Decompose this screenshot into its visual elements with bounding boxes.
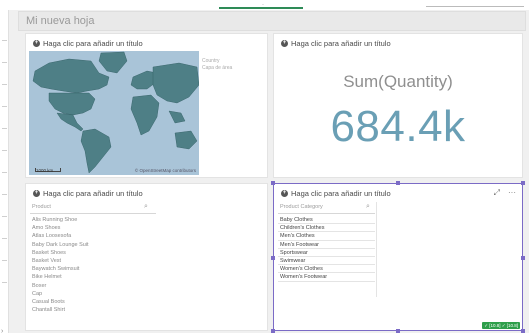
list-item[interactable]: Bike Helmet — [30, 273, 89, 281]
list-item[interactable]: Children's Clothes — [278, 224, 375, 233]
product-title-text: Haga clic para añadir un título — [43, 189, 143, 198]
list-item[interactable]: Baywatch Swimsuit — [30, 265, 89, 273]
kpi-label: Sum(Quantity) — [343, 72, 453, 91]
category-title[interactable]: + Haga clic para añadir un título — [281, 189, 391, 198]
list-item[interactable]: Men's Clothes — [278, 232, 375, 241]
product-filter-panel[interactable]: + Haga clic para añadir un título Produc… — [25, 183, 268, 331]
list-item[interactable]: Women's Footwear — [278, 273, 375, 282]
column-divider — [376, 202, 377, 297]
search-icon[interactable]: ⌕ — [144, 203, 148, 211]
resize-handle[interactable] — [271, 329, 275, 333]
add-title-icon: + — [281, 40, 288, 47]
status-badge: ✓ [10.8] ✓ [10.8] — [482, 322, 520, 329]
more-options-icon[interactable]: ··· — [508, 188, 516, 197]
map-title-text: Haga clic para añadir un título — [43, 39, 143, 48]
list-item[interactable]: Chantall Shirt — [30, 306, 89, 314]
map-legend: Country Capa de área — [202, 58, 232, 72]
map-panel[interactable]: + Haga clic para añadir un título 1000 k… — [25, 33, 268, 178]
resize-handle[interactable] — [396, 329, 400, 333]
list-item[interactable]: Men's Footwear — [278, 241, 375, 249]
list-item[interactable]: Casual Boots — [30, 298, 89, 306]
rail-tick — [2, 40, 7, 41]
map-copyright: © OpenStreetMap contributors — [134, 168, 196, 173]
map-svg — [29, 51, 199, 175]
sheet-title-bar[interactable]: Mi nueva hoja — [18, 11, 526, 31]
list-item[interactable]: Baby Dark Lounge Suit — [30, 241, 89, 249]
resize-handle[interactable] — [521, 329, 525, 333]
rail-tick — [2, 150, 7, 151]
legend-item: Capa de área — [202, 65, 233, 71]
add-title-icon: + — [33, 190, 40, 197]
resize-handle[interactable] — [271, 181, 275, 185]
search-icon[interactable]: ⌕ — [366, 203, 370, 211]
world-map[interactable]: 1000 km © OpenStreetMap contributors — [29, 51, 199, 175]
left-rail: › — [0, 10, 9, 333]
product-search-header[interactable]: Product ⌕ — [30, 202, 156, 214]
list-item[interactable]: Basket Shoes — [30, 249, 89, 257]
top-strip: · — [0, 0, 529, 10]
category-field-label: Product Category — [280, 204, 323, 210]
rail-tick — [2, 238, 7, 239]
resize-handle[interactable] — [271, 256, 275, 260]
app-root: · › Mi nueva hoja + Haga clic para añadi… — [0, 0, 529, 333]
resize-handle[interactable] — [396, 181, 400, 185]
legend-item: Country — [202, 58, 220, 64]
expand-icon[interactable]: ⤢ — [494, 188, 500, 198]
sheet-title: Mi nueva hoja — [26, 15, 95, 27]
list-item[interactable]: Boxer — [30, 282, 89, 290]
rail-tick — [2, 106, 7, 107]
map-title[interactable]: + Haga clic para añadir un título — [33, 39, 143, 48]
list-item[interactable]: Basket Vest — [30, 257, 89, 265]
kpi-title[interactable]: + Haga clic para añadir un título — [281, 39, 391, 48]
list-item[interactable]: Baby Clothes — [278, 216, 375, 225]
rail-tick — [2, 282, 7, 283]
list-item[interactable]: Amo Shoes — [30, 224, 89, 232]
resize-handle[interactable] — [521, 256, 525, 260]
map-scale: 1000 km — [35, 168, 61, 173]
rail-tick — [2, 216, 7, 217]
resize-handle[interactable] — [521, 181, 525, 185]
product-field-label: Product — [32, 204, 51, 210]
category-search-header[interactable]: Product Category ⌕ — [278, 202, 375, 214]
kpi-value: 684.4k — [330, 102, 466, 151]
product-title[interactable]: + Haga clic para añadir un título — [33, 189, 143, 198]
top-dot: · — [262, 2, 264, 8]
add-title-icon: + — [33, 40, 40, 47]
rail-chevron-icon[interactable]: › — [1, 328, 3, 333]
category-title-text: Haga clic para añadir un título — [291, 189, 391, 198]
kpi-title-text: Haga clic para añadir un título — [291, 39, 391, 48]
list-item[interactable]: Atlas Loosesofa — [30, 232, 89, 240]
category-filter-panel[interactable]: + Haga clic para añadir un título ⤢ ··· … — [271, 181, 525, 333]
rail-tick — [2, 194, 7, 195]
list-item[interactable]: Cap — [30, 290, 89, 298]
rail-tick — [2, 84, 7, 85]
list-item[interactable]: Alis Running Shoe — [30, 216, 89, 224]
add-title-icon: + — [281, 190, 288, 197]
rail-tick — [2, 62, 7, 63]
rail-tick — [2, 172, 7, 173]
rail-tick — [2, 128, 7, 129]
active-tab-indicator — [219, 7, 303, 9]
list-item[interactable]: Sportswear — [278, 249, 375, 257]
rail-tick — [2, 260, 7, 261]
list-item[interactable]: Women's Clothes — [278, 265, 375, 274]
product-list: Alis Running Shoe Amo Shoes Atlas Loosesof… — [30, 216, 89, 314]
category-list: Baby Clothes Children's Clothes Men's Clot… — [278, 216, 375, 282]
kpi-panel[interactable]: + Haga clic para añadir un título Sum(Qu… — [273, 33, 523, 178]
list-item[interactable]: Swimwear — [278, 257, 375, 266]
top-line — [426, 6, 524, 8]
